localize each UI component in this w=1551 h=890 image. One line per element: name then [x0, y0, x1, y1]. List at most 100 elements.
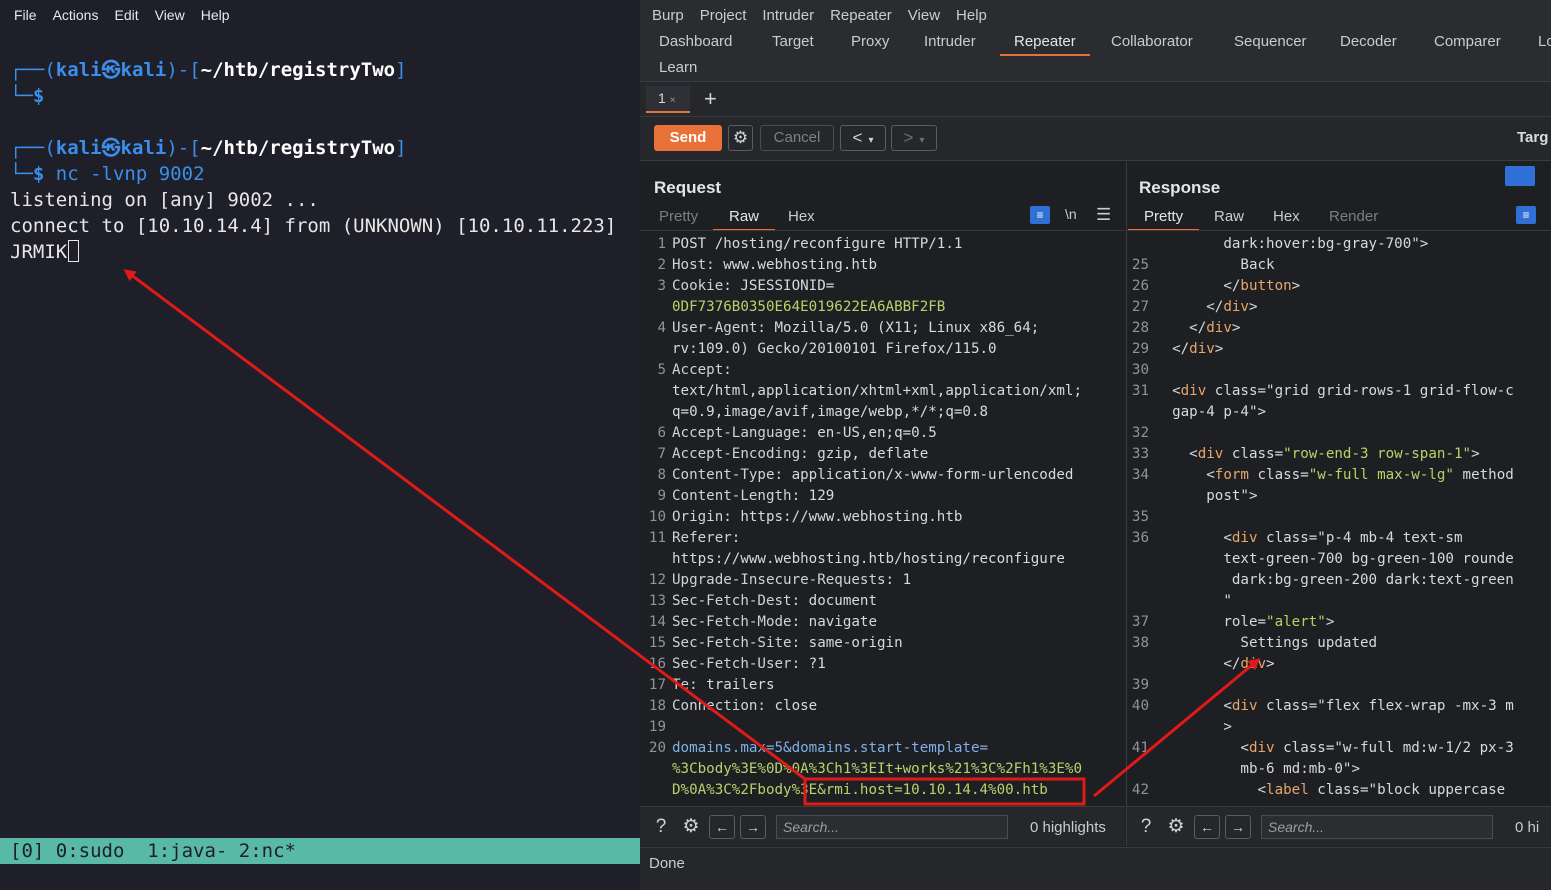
- help-icon[interactable]: ?: [1134, 815, 1158, 839]
- tab-dashboard[interactable]: Dashboard: [659, 33, 732, 50]
- send-button[interactable]: Send: [654, 125, 722, 151]
- search-prev-icon[interactable]: ←: [709, 815, 735, 839]
- tab-decoder[interactable]: Decoder: [1340, 33, 1397, 50]
- repeater-toolbar: Send ⚙ Cancel < ▾ > ▾ Targ: [640, 117, 1551, 161]
- line-number: 17: [648, 677, 666, 693]
- header-colon: :: [800, 425, 809, 441]
- menu-hamburger-icon[interactable]: ☰: [1096, 205, 1111, 225]
- request-tab-raw[interactable]: Raw: [712, 208, 776, 231]
- tab-logger[interactable]: Lo: [1538, 33, 1551, 50]
- request-line: 20 domains.max=5&domains.start-template=: [640, 738, 1125, 759]
- line-number: 3: [657, 278, 666, 294]
- menu-file[interactable]: File: [6, 7, 45, 23]
- settings-gear-icon[interactable]: ⚙: [728, 125, 753, 151]
- response-line: 26 </button>: [1127, 276, 1551, 297]
- menu-view[interactable]: View: [900, 7, 948, 24]
- menu-actions[interactable]: Actions: [45, 7, 107, 23]
- history-forward-button[interactable]: > ▾: [891, 125, 937, 151]
- request-editor[interactable]: 1 POST /hosting/reconfigure HTTP/1.1 2 Host…: [640, 234, 1125, 801]
- line-number: 18: [648, 698, 666, 714]
- request-search-input[interactable]: [776, 815, 1008, 839]
- repeater-tab-1[interactable]: 1 ×: [646, 86, 690, 113]
- search-prev-icon[interactable]: ←: [1194, 815, 1220, 839]
- line-content: Upgrade-Insecure-Requests: 1: [672, 570, 911, 591]
- word-wrap-icon[interactable]: ≡: [1516, 206, 1536, 224]
- response-tab-hex[interactable]: Hex: [1273, 208, 1300, 225]
- response-tab-raw[interactable]: Raw: [1214, 208, 1244, 225]
- tab-collaborator[interactable]: Collaborator: [1111, 33, 1193, 50]
- add-tab-icon[interactable]: +: [704, 86, 717, 112]
- response-line: dark:hover:bg-gray-700">: [1127, 234, 1551, 255]
- history-back-button[interactable]: < ▾: [840, 125, 886, 151]
- line-content: https://www.webhosting.htb/hosting/recon…: [672, 549, 1065, 570]
- close-tab-icon[interactable]: ×: [670, 95, 676, 106]
- header-colon: :: [723, 278, 732, 294]
- menu-intruder[interactable]: Intruder: [754, 7, 822, 24]
- chevron-right-icon: >: [903, 128, 914, 147]
- line-content: dark:bg-green-200 dark:text-green: [1155, 572, 1514, 588]
- response-line: 27 </div>: [1127, 297, 1551, 318]
- line-content: <div class="w-full md:w-1/2 px-3: [1155, 740, 1514, 756]
- line-content: dark:hover:bg-gray-700">: [1155, 236, 1429, 252]
- help-icon[interactable]: ?: [649, 815, 673, 839]
- response-line: 31 <div class="grid grid-rows-1 grid-flo…: [1127, 381, 1551, 402]
- tab-sequencer[interactable]: Sequencer: [1234, 33, 1307, 50]
- search-next-icon[interactable]: →: [740, 815, 766, 839]
- line-content: text-green-700 bg-green-100 rounde: [1155, 551, 1514, 567]
- line-content: ": [1155, 593, 1232, 609]
- response-line: 28 </div>: [1127, 318, 1551, 339]
- request-line: 10 Origin: https://www.webhosting.htb: [640, 507, 1125, 528]
- request-line: D%0A%3C%2Fbody%3E&rmi.host=10.10.14.4%00…: [640, 780, 1125, 801]
- status-bar: Done: [640, 847, 1551, 890]
- line-number: 29: [1131, 341, 1149, 357]
- cancel-button[interactable]: Cancel: [760, 125, 834, 151]
- response-viewer[interactable]: dark:hover:bg-gray-700"> 25 Back 26 </butt…: [1127, 234, 1551, 801]
- request-tab-hex[interactable]: Hex: [788, 208, 815, 225]
- header-colon: :: [800, 446, 809, 462]
- header-colon: :: [723, 362, 732, 378]
- line-number: 14: [648, 614, 666, 630]
- response-tab-pretty[interactable]: Pretty: [1127, 208, 1200, 231]
- settings-gear-icon[interactable]: ⚙: [679, 815, 703, 839]
- line-content: Accept-Encoding: gzip, deflate: [672, 444, 928, 465]
- layout-toggle-icon[interactable]: [1505, 166, 1535, 186]
- line-number: 41: [1131, 740, 1149, 756]
- line-number: 27: [1131, 299, 1149, 315]
- request-line: 2 Host: www.webhosting.htb: [640, 255, 1125, 276]
- terminal-window[interactable]: File Actions Edit View Help ┌──(kali㉿kal…: [0, 0, 640, 890]
- settings-gear-icon[interactable]: ⚙: [1164, 815, 1188, 839]
- menu-edit[interactable]: Edit: [106, 7, 146, 23]
- search-next-icon[interactable]: →: [1225, 815, 1251, 839]
- word-wrap-icon[interactable]: ≡: [1030, 206, 1050, 224]
- header-name: Content-Type: [672, 467, 775, 483]
- response-tab-render[interactable]: Render: [1329, 208, 1378, 225]
- line-number: 36: [1131, 530, 1149, 546]
- request-line: 11 Referer:: [640, 528, 1125, 549]
- request-line: 15 Sec-Fetch-Site: same-origin: [640, 633, 1125, 654]
- menu-help[interactable]: Help: [948, 7, 995, 24]
- request-tab-pretty[interactable]: Pretty: [659, 208, 698, 225]
- tab-target[interactable]: Target: [772, 33, 814, 50]
- terminal-output-connect: connect to [10.10.14.4] from (UNKNOWN) […: [10, 215, 617, 237]
- menu-help[interactable]: Help: [193, 7, 238, 23]
- header-name: Sec-Fetch-User: [672, 656, 792, 672]
- newline-toggle[interactable]: \n: [1065, 206, 1077, 222]
- menu-view[interactable]: View: [147, 7, 193, 23]
- terminal-output-jrmik: JRMIK: [10, 239, 80, 265]
- menu-project[interactable]: Project: [692, 7, 755, 24]
- line-value: 1: [894, 572, 912, 588]
- tab-comparer[interactable]: Comparer: [1434, 33, 1501, 50]
- header-colon: :: [791, 488, 801, 504]
- menu-repeater[interactable]: Repeater: [822, 7, 900, 24]
- menu-burp[interactable]: Burp: [644, 7, 692, 24]
- tab-intruder[interactable]: Intruder: [924, 33, 976, 50]
- tab-proxy[interactable]: Proxy: [851, 33, 889, 50]
- burp-window[interactable]: Burp Project Intruder Repeater View Help…: [640, 0, 1551, 890]
- line-number: 35: [1131, 509, 1149, 525]
- tab-repeater[interactable]: Repeater: [1000, 33, 1090, 56]
- target-label[interactable]: Targ: [1517, 129, 1548, 146]
- header-colon: :: [791, 593, 801, 609]
- response-search-input[interactable]: [1261, 815, 1493, 839]
- tab-learn[interactable]: Learn: [659, 59, 697, 76]
- line-content: rv:109.0) Gecko/20100101 Firefox/115.0: [672, 339, 997, 360]
